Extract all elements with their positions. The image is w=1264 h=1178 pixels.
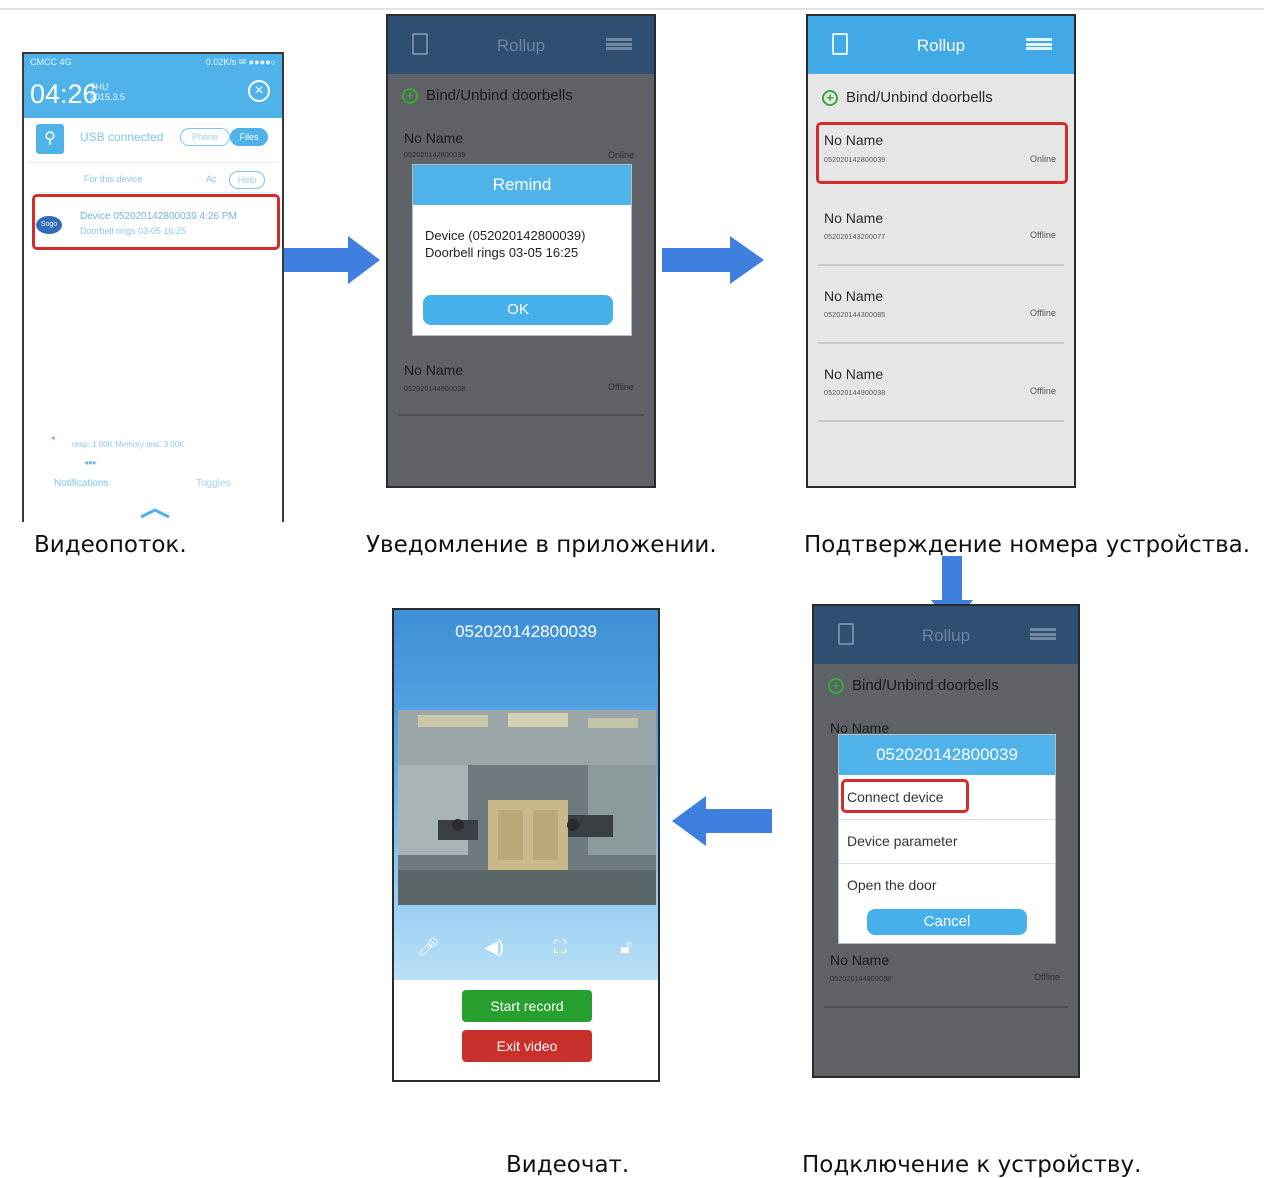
menu-icon[interactable] <box>1030 628 1056 640</box>
dialog-title: 052020142800039 <box>839 735 1055 775</box>
add-icon[interactable]: + <box>822 90 838 106</box>
phone-device-list: Rollup + Bind/Unbind doorbells No Name 0… <box>806 14 1076 488</box>
unlock-icon[interactable]: 🔓︎ <box>612 937 640 958</box>
usb-files-toggle[interactable]: Files <box>230 128 268 146</box>
remind-dialog: Remind Device (052020142800039) Doorbell… <box>412 164 632 336</box>
speed-label: resp: 1.00K Memory test: 3.00K <box>72 440 185 449</box>
arrow-right-icon <box>284 236 380 284</box>
video-stream[interactable] <box>398 710 656 905</box>
caption-notification: Уведомление в приложении. <box>366 532 717 558</box>
phone-video-chat: 052020142800039 🎤︎ ◀) ⛶ 🔓︎ Start record … <box>392 608 660 1082</box>
date-label: THU 2015.3.5 <box>90 82 125 102</box>
chevron-up-icon[interactable] <box>138 506 172 520</box>
app-header: Rollup <box>388 16 654 74</box>
help-button[interactable]: Help <box>229 171 265 189</box>
start-record-button[interactable]: Start record <box>462 990 592 1022</box>
add-icon[interactable]: + <box>402 88 418 104</box>
device-name[interactable]: No Name <box>824 366 883 382</box>
ac-label: Ac <box>206 174 217 184</box>
mic-icon[interactable]: 🎤︎ <box>414 937 442 958</box>
phone-remind-screen: Rollup + Bind/Unbind doorbells No Name 0… <box>386 14 656 488</box>
divider <box>28 162 278 163</box>
phone-notification-screen: CMCC 4G 0.02K/s ✉ ●●●●○ 04:26 THU 2015.3… <box>22 52 284 522</box>
tab-indicator-icon: ◂●▸ <box>84 458 97 467</box>
highlight-box <box>32 194 280 250</box>
speaker-icon[interactable]: ◀) <box>480 937 508 958</box>
bind-unbind-link[interactable]: Bind/Unbind doorbells <box>852 677 999 694</box>
day-label: THU <box>90 82 109 92</box>
device-name[interactable]: No Name <box>404 362 463 378</box>
caption-videochat: Видеочат. <box>506 1152 630 1178</box>
device-name[interactable]: No Name <box>830 952 889 968</box>
open-door-option[interactable]: Open the door <box>847 877 937 893</box>
arrow-left-icon <box>672 796 772 846</box>
fullscreen-icon[interactable]: ⛶ <box>546 937 574 958</box>
dialog-message: Device (052020142800039) Doorbell rings … <box>425 227 585 261</box>
device-name[interactable]: No Name <box>404 130 463 146</box>
device-id: 052020144900038 <box>830 976 892 983</box>
divider <box>818 342 1064 344</box>
caption-connect: Подключение к устройству. <box>802 1152 1142 1178</box>
device-status: Online <box>608 150 635 160</box>
status-right: 0.02K/s ✉ ●●●●○ <box>205 57 276 67</box>
status-bar: CMCC 4G 0.02K/s ✉ ●●●●○ <box>24 54 282 72</box>
device-status: Offline <box>1030 308 1056 318</box>
app-header: Rollup <box>808 16 1074 74</box>
camera-feed-image <box>398 710 656 905</box>
divider <box>839 819 1055 820</box>
phone-connect-menu: Rollup + Bind/Unbind doorbells No Name N… <box>812 604 1080 1078</box>
top-divider <box>0 8 1264 10</box>
menu-icon[interactable] <box>1026 38 1052 50</box>
device-status: Offline <box>608 382 634 392</box>
tab-toggles[interactable]: Toggles <box>196 478 230 489</box>
device-name[interactable]: No Name <box>824 288 883 304</box>
usb-status: USB connected <box>80 130 164 144</box>
divider <box>824 1006 1068 1008</box>
tab-notifications[interactable]: Notifications <box>54 478 108 489</box>
bind-unbind-link[interactable]: Bind/Unbind doorbells <box>426 87 573 104</box>
cancel-button[interactable]: Cancel <box>867 909 1027 935</box>
arrow-right-icon <box>662 236 764 284</box>
device-menu-dialog: 052020142800039 Connect device Device pa… <box>838 734 1056 944</box>
date-value: 2015.3.5 <box>90 92 126 102</box>
highlight-box <box>841 779 969 813</box>
add-icon[interactable]: + <box>828 678 844 694</box>
device-id: 052020144900038 <box>824 390 886 397</box>
usb-phone-toggle[interactable]: Phone <box>180 128 230 146</box>
carrier-label: CMCC 4G <box>30 57 72 67</box>
bind-unbind-link[interactable]: Bind/Unbind doorbells <box>846 89 993 106</box>
divider <box>818 420 1064 422</box>
device-parameter-option[interactable]: Device parameter <box>847 833 958 849</box>
caption-confirm: Подтверждение номера устройства. <box>804 532 1251 558</box>
device-status: Offline <box>1030 386 1056 396</box>
signal-icon: ✦ <box>50 434 57 443</box>
device-status: Offline <box>1030 230 1056 240</box>
notification-header: 04:26 THU 2015.3.5 × <box>24 72 282 118</box>
highlight-box <box>816 122 1068 184</box>
for-device-label: For this device <box>84 174 143 184</box>
close-icon[interactable]: × <box>248 80 270 102</box>
menu-icon[interactable] <box>606 38 632 50</box>
device-status: Offline <box>1034 972 1060 982</box>
dialog-title: Remind <box>413 165 631 205</box>
ok-button[interactable]: OK <box>423 295 613 325</box>
device-id: 052020144300085 <box>824 312 886 319</box>
divider <box>839 863 1055 864</box>
device-id: 052020142800039 <box>404 152 466 159</box>
divider <box>398 414 644 416</box>
message-line-2: Doorbell rings 03-05 16:25 <box>425 245 579 260</box>
message-line-1: Device (052020142800039) <box>425 228 586 243</box>
device-name[interactable]: No Name <box>824 210 883 226</box>
device-title: 052020142800039 <box>455 622 597 641</box>
divider <box>28 192 278 193</box>
caption-stream: Видеопоток. <box>34 532 187 558</box>
divider <box>818 264 1064 266</box>
usb-icon: ⚲ <box>36 124 64 154</box>
exit-video-button[interactable]: Exit video <box>462 1030 592 1062</box>
clock: 04:26 <box>30 79 98 109</box>
app-header: Rollup <box>814 606 1078 664</box>
device-id: 052020144900038 <box>404 386 466 393</box>
device-id: 052020143200077 <box>824 234 886 241</box>
